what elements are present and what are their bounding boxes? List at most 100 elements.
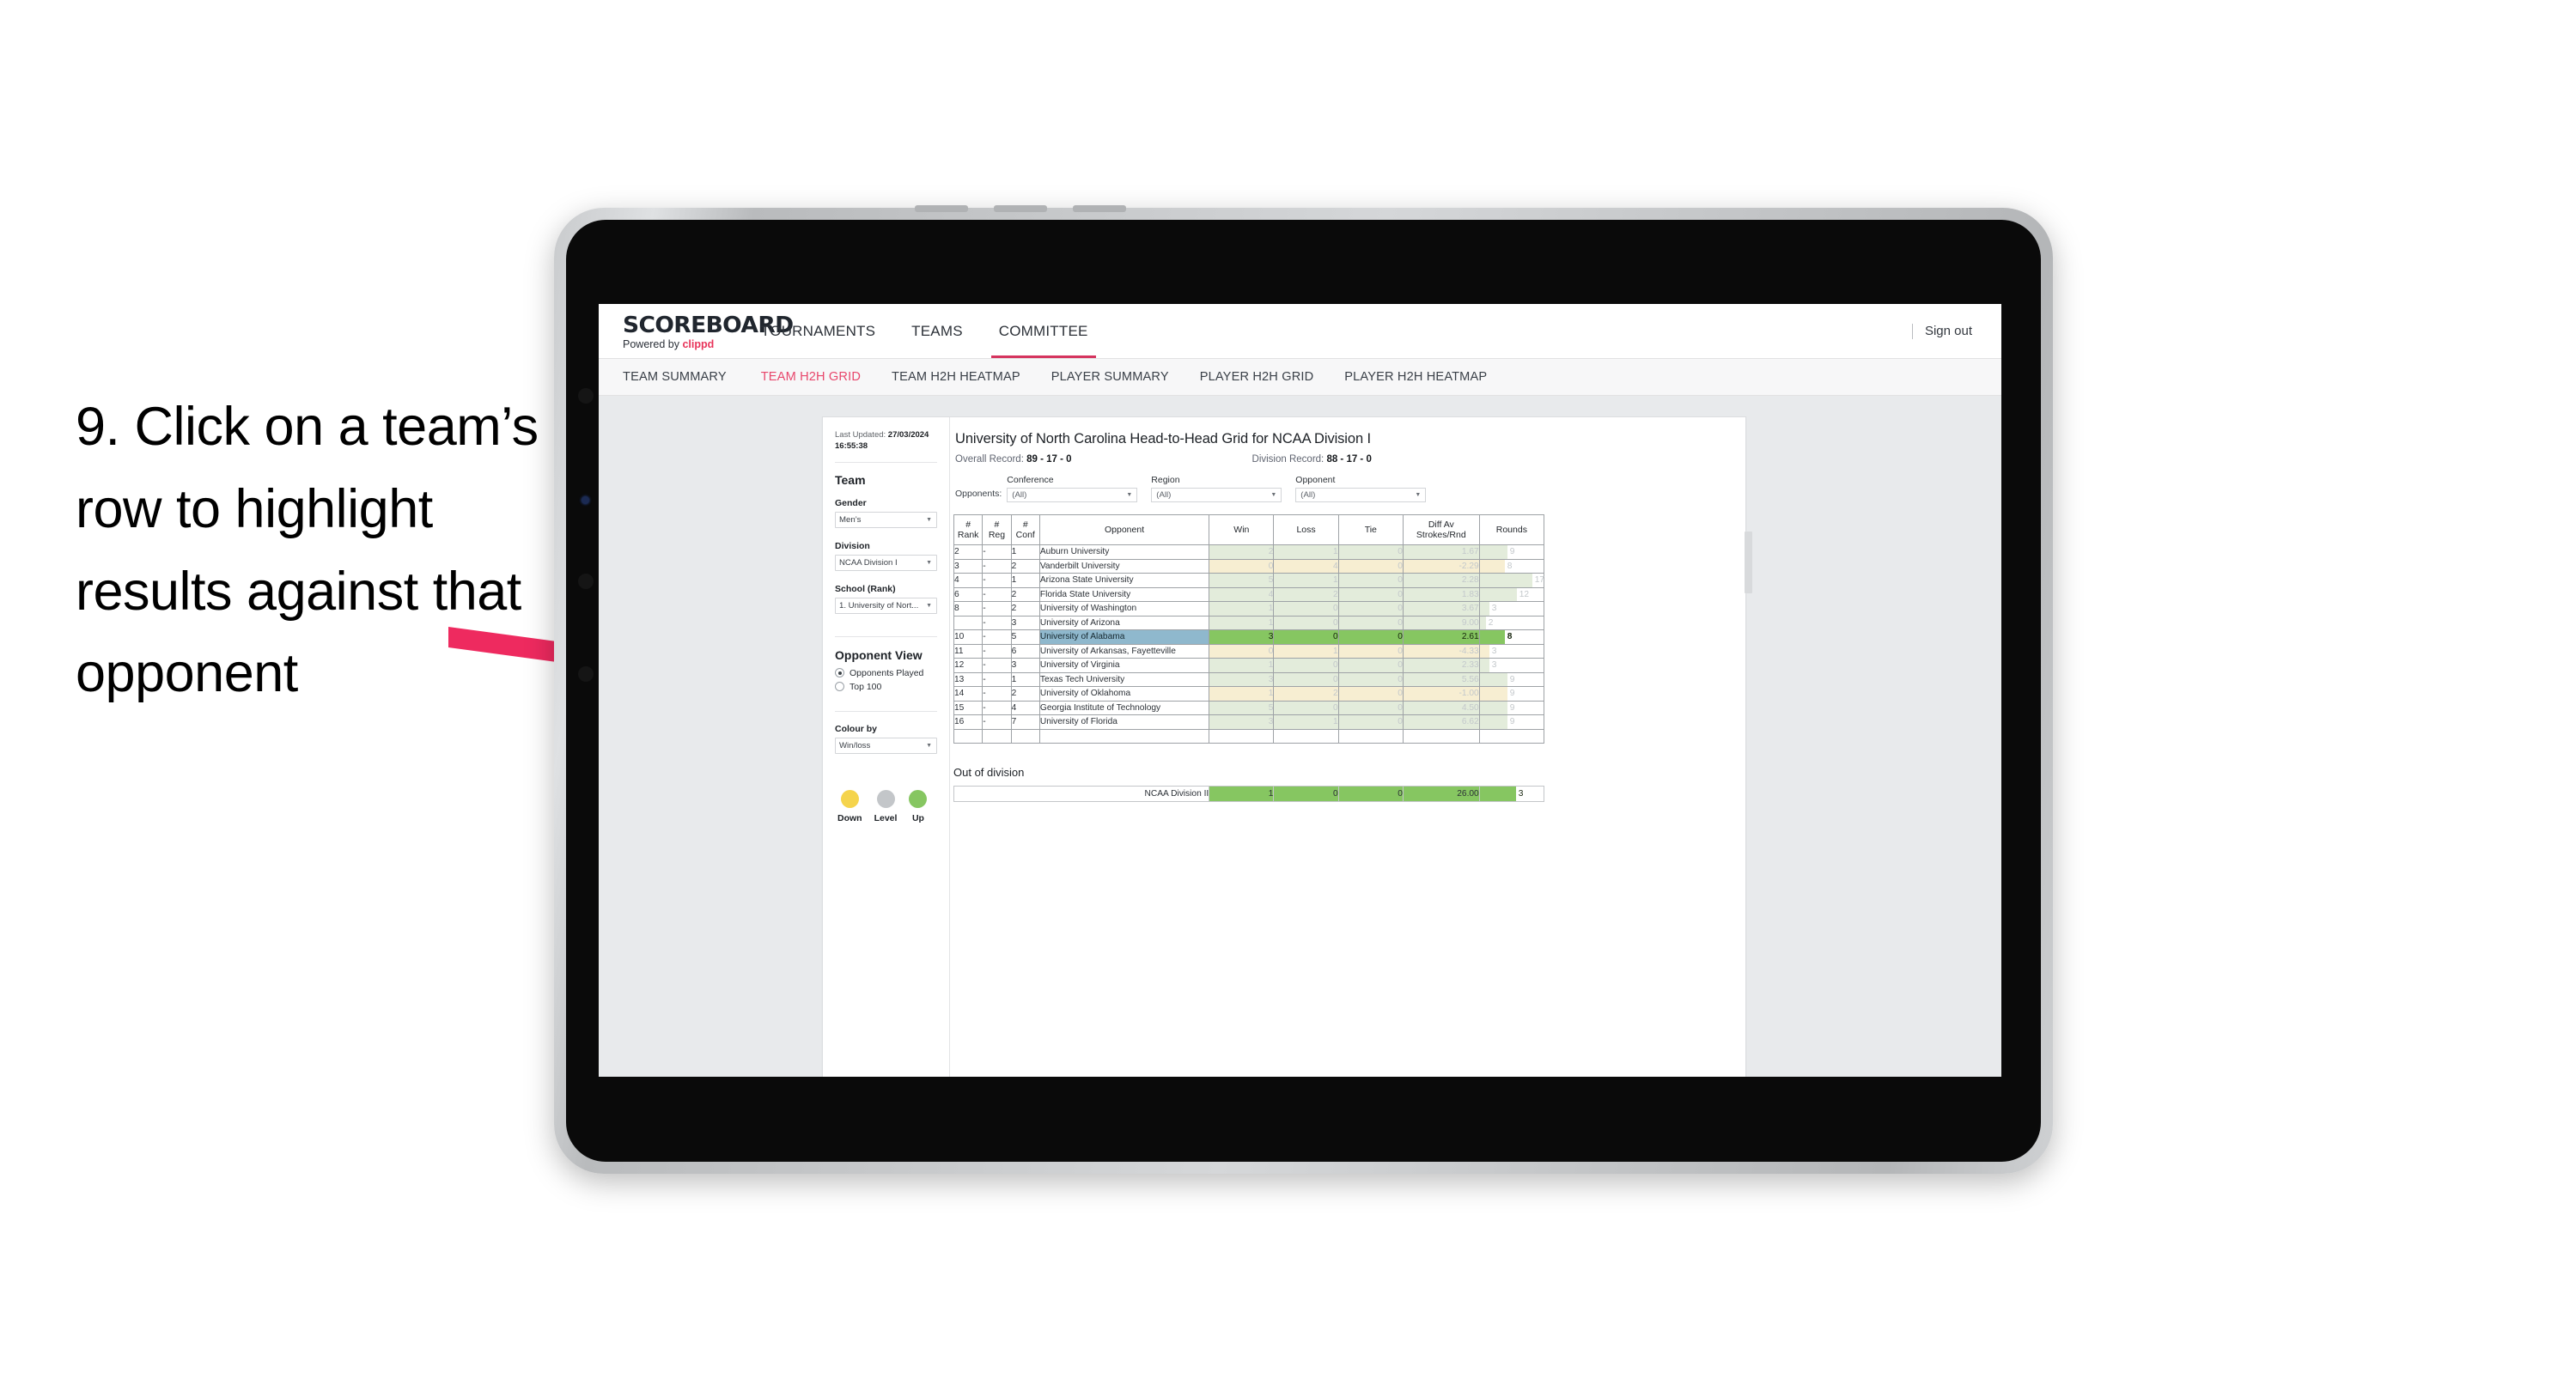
radio-label-top-100: Top 100 [850,681,882,692]
table-row[interactable]: 11-6 University of Arkansas, Fayetteville… [953,643,1545,659]
cell-rounds: 3 [1478,658,1545,673]
last-updated-label: Last Updated: [835,430,888,440]
filter-conference: Conference (All) ▼ [1007,475,1138,502]
rounds-value: 3 [1491,604,1497,614]
filter-region-select[interactable]: (All) ▼ [1151,488,1282,502]
cell-rank: 11 [953,643,984,659]
rounds-value: 9 [1509,689,1515,699]
last-updated-time: 16:55:38 [835,441,868,452]
table-row[interactable]: 3-2 Vanderbilt University 0 4 0 -2.29 8 [953,558,1545,574]
ood-cell-rounds: 3 [1478,786,1545,802]
cell-win: 3 [1209,714,1275,730]
gender-select[interactable]: Men’s ▼ [835,511,937,528]
table-row[interactable]: 2-1 Auburn University 2 1 0 1.67 9 [953,544,1545,560]
tab-team-h2h-grid[interactable]: TEAM H2H GRID [746,370,876,384]
cell-loss: 2 [1273,586,1339,602]
h2h-grid-wrapper: # Rank # Reg # Conf Opponent Win Loss Tie D… [950,514,1752,744]
cell-reg: - [982,643,1012,659]
gender-value: Men’s [839,514,862,525]
nav-item-teams[interactable]: TEAMS [893,304,981,358]
tab-player-h2h-grid[interactable]: PLAYER H2H GRID [1184,370,1330,384]
cell-rank: 13 [953,671,984,687]
cell-tie: 0 [1337,615,1404,630]
tab-team-summary[interactable]: TEAM SUMMARY [623,370,746,384]
division-select[interactable]: NCAA Division I ▼ [835,554,937,571]
cell-conf: 2 [1010,586,1040,602]
cell-reg: - [982,615,1012,630]
radio-top-100[interactable]: Top 100 [835,682,937,692]
out-of-division-row[interactable]: NCAA Division II 1 0 0 26.00 3 [953,786,1545,802]
col-conf-hash: # [1022,519,1028,530]
table-row[interactable]: 15-4 Georgia Institute of Technology 5 0 0 4.… [953,700,1545,715]
nav-item-committee[interactable]: COMMITTEE [981,304,1106,358]
last-updated: Last Updated: 27/03/2024 16:55:38 [835,429,937,453]
page-title: University of North Carolina Head-to-Hea… [955,431,1371,446]
school-select[interactable]: 1. University of Nort... ▼ [835,597,937,614]
legend-label-level: Level [874,812,898,823]
legend-item-level: Level [874,789,898,823]
table-row[interactable]: 16-7 University of Florida 3 1 0 6.62 9 [953,714,1545,730]
cell-loss: 0 [1273,601,1339,617]
cell-rounds: 3 [1478,601,1545,617]
sign-out-link[interactable]: Sign out [1925,324,1972,338]
tab-player-summary[interactable]: PLAYER SUMMARY [1036,370,1184,384]
filter-region-label: Region [1151,475,1180,485]
records-row: Overall Record: 89 - 17 - 0 Division Rec… [950,454,1745,465]
cell-loss: 4 [1273,558,1339,574]
table-row[interactable]: 10-5 University of Alabama 3 0 0 2.61 8 [953,629,1545,645]
colour-by-label: Colour by [835,723,877,734]
rounds-value: 17 [1534,575,1545,586]
table-row[interactable]: 8-2 University of Washington 1 0 0 3.67 3 [953,601,1545,617]
tab-player-h2h-heatmap[interactable]: PLAYER H2H HEATMAP [1329,370,1502,384]
divider [835,461,937,463]
col-rank-hash: # [965,519,971,530]
col-rounds: Rounds [1478,514,1545,545]
cell-diff: -2.29 [1402,558,1480,574]
chevron-down-icon: ▼ [926,559,932,566]
brand-logo[interactable]: SCOREBOARD Powered by clippd [599,304,794,358]
filter-conference-value: (All) [1012,490,1027,500]
cell-reg: - [982,558,1012,574]
legend-label-up: Up [911,812,924,823]
ood-cell-label: NCAA Division II [953,786,1210,802]
cell-opponent: Texas Tech University [1038,671,1210,687]
colour-by-select[interactable]: Win/loss ▼ [835,737,937,754]
cell-rank: 4 [953,573,984,588]
spacer-cell [1402,728,1480,744]
cell-win: 1 [1209,686,1275,702]
cell-win: 3 [1209,671,1275,687]
division-record: Division Record: 88 - 17 - 0 [1252,454,1372,465]
cell-tie: 0 [1337,586,1404,602]
cell-opponent: University of Arkansas, Fayetteville [1038,643,1210,659]
filter-opponent-select[interactable]: (All) ▼ [1295,488,1427,502]
overall-record-label: Overall Record: [955,454,1027,465]
panel-title-team: Team [835,472,866,487]
col-diff: Diff Av Strokes/Rnd [1402,514,1480,545]
rounds-value: 8 [1507,632,1513,642]
tab-team-h2h-heatmap[interactable]: TEAM H2H HEATMAP [876,370,1036,384]
table-row[interactable]: 6-2 Florida State University 4 2 0 1.83 12 [953,586,1545,602]
vertical-scrollbar[interactable] [1745,532,1752,593]
division-record-value: 88 - 17 - 0 [1326,454,1372,465]
table-row[interactable]: -3 University of Arizona 1 0 0 9.00 2 [953,615,1545,630]
rounds-value: 3 [1491,660,1497,671]
filter-conference-select[interactable]: (All) ▼ [1007,488,1138,502]
cell-rounds: 2 [1478,615,1545,630]
table-row[interactable]: 13-1 Texas Tech University 3 0 0 5.56 9 [953,671,1545,687]
rounds-value: 9 [1509,717,1515,727]
radio-opponents-played[interactable]: Opponents Played [835,668,937,678]
cell-tie: 0 [1337,643,1404,659]
cell-conf: 7 [1010,714,1040,730]
out-of-division-table: NCAA Division II 1 0 0 26.00 3 [953,786,1545,802]
cell-tie: 0 [1337,629,1404,645]
cell-rank: 6 [953,586,984,602]
nav-item-tournaments[interactable]: TOURNAMENTS [743,304,893,358]
panel-title-opponent-view: Opponent View [835,647,923,662]
cell-conf: 6 [1010,643,1040,659]
table-row[interactable]: 14-2 University of Oklahoma 1 2 0 -1.00 9 [953,686,1545,702]
cell-diff: 2.61 [1402,629,1480,645]
cell-opponent: Georgia Institute of Technology [1038,700,1210,715]
table-row[interactable]: 4-1 Arizona State University 5 1 0 2.28 17 [953,573,1545,588]
cell-conf: 2 [1010,686,1040,702]
table-row[interactable]: 12-3 University of Virginia 1 0 0 2.33 3 [953,658,1545,673]
